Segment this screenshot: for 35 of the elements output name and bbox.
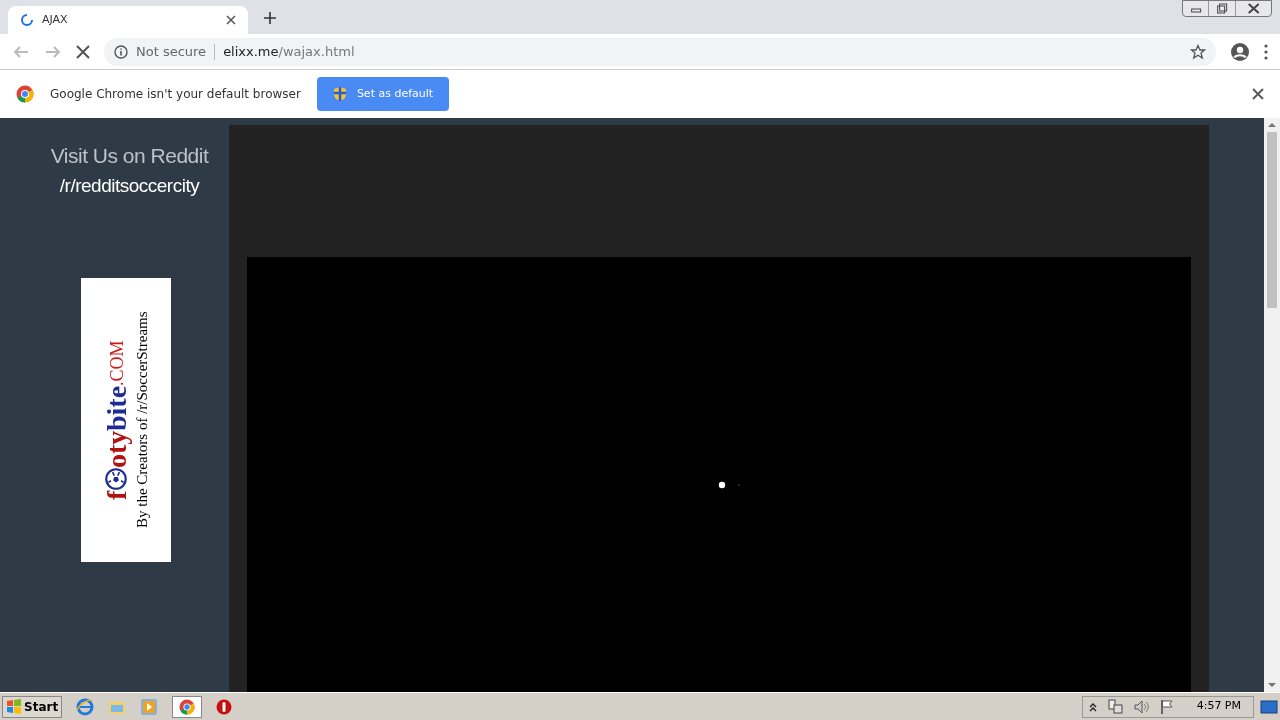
clock-text: 4:57 PM	[1196, 698, 1241, 715]
scroll-thumb[interactable]	[1267, 132, 1277, 308]
reddit-link[interactable]: /r/redditsoccercity	[59, 171, 200, 200]
browser-tab[interactable]: AJAX	[8, 6, 248, 34]
footybite-logo: f otybite.COM	[102, 340, 130, 500]
chevron-up-icon[interactable]	[1088, 701, 1097, 712]
network-icon[interactable]	[1106, 698, 1123, 715]
stop-icon[interactable]	[76, 44, 90, 59]
stop-sign-icon[interactable]	[216, 698, 233, 715]
soccer-ball-icon	[105, 468, 127, 491]
infobar-message: Google Chrome isn't your default browser	[50, 86, 301, 103]
tab-title: AJAX	[42, 11, 69, 28]
browser-e-icon[interactable]	[76, 697, 95, 716]
show-desktop-icon[interactable]	[1260, 698, 1278, 715]
banner-tagline: By the Creators of /r/SoccerStreams	[134, 311, 149, 529]
url-text: elixx.me/wajax.html	[223, 42, 356, 61]
star-icon[interactable]	[1190, 43, 1206, 60]
close-icon[interactable]	[226, 15, 236, 25]
reddit-heading: Visit Us on Reddit	[50, 143, 209, 169]
flag-icon[interactable]	[1158, 698, 1175, 715]
info-icon	[114, 44, 128, 59]
start-button[interactable]: Start	[2, 695, 63, 718]
address-bar[interactable]: Not secure elixx.me/wajax.html	[104, 37, 1216, 66]
close-icon[interactable]	[1252, 88, 1264, 100]
new-tab-icon[interactable]	[264, 12, 276, 24]
shield-icon	[332, 86, 347, 102]
taskbar-chrome-button[interactable]	[172, 695, 203, 718]
security-label: Not secure	[136, 42, 207, 61]
speaker-icon[interactable]	[1132, 698, 1149, 715]
chrome-logo-icon	[16, 85, 34, 103]
profile-icon[interactable]	[1230, 41, 1250, 62]
chrome-logo-icon	[179, 698, 196, 715]
scrollbar[interactable]	[1264, 118, 1280, 692]
windows-logo-icon	[6, 698, 22, 715]
menu-icon[interactable]	[1264, 43, 1268, 60]
